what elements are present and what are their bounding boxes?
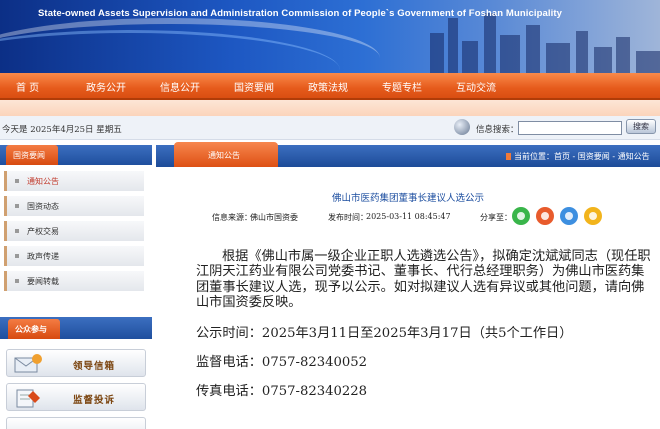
public-participation-tab: 公众参与: [8, 319, 60, 339]
sidebar-item-label: 国资动态: [27, 202, 59, 211]
content-tab[interactable]: 通知公告: [174, 142, 278, 167]
banner-building: [430, 33, 444, 73]
supervision-complaint-button[interactable]: 监督投诉: [6, 383, 146, 411]
source-label: 信息来源：: [212, 213, 252, 222]
leader-mailbox-label: 领导信箱: [73, 361, 116, 372]
bullet-icon: [15, 179, 19, 183]
article-body: 根据《佛山市属一级企业正职人选遴选公告》，拟确定沈斌斌同志（现任职江阴天江药业有…: [196, 249, 651, 311]
site-title: State-owned Assets Supervision and Admin…: [38, 8, 563, 19]
sidebar-item-notices[interactable]: 通知公告: [4, 171, 144, 191]
banner-building: [484, 13, 496, 73]
banner-building: [576, 31, 588, 73]
public-participation-title: 公众参与: [15, 324, 47, 334]
weibo-icon[interactable]: [536, 207, 554, 225]
main-content: 通知公告 当前位置：首页 - 国资要闻 - 通知公告 佛山市医药集团董事长建议人…: [156, 142, 660, 429]
sub-nav-strip: [0, 100, 660, 116]
sidebar-item-label: 通知公告: [27, 177, 59, 186]
nav-item-information-disclosure[interactable]: 信息公开: [160, 79, 200, 94]
nav-item-news[interactable]: 国资要闻: [234, 79, 274, 94]
banner-building: [500, 35, 520, 73]
nav-item-interaction[interactable]: 互动交流: [456, 79, 496, 94]
search-input[interactable]: [518, 121, 622, 135]
sidebar-item-label: 产权交易: [27, 227, 59, 236]
sidebar-button-partial[interactable]: [6, 417, 146, 429]
sidebar-item-property-trading[interactable]: 产权交易: [4, 221, 144, 241]
sidebar-section-title: 国资要闻: [13, 151, 45, 160]
sidebar-item-label: 政声传递: [27, 252, 59, 261]
leader-mailbox-button[interactable]: 领导信箱: [6, 349, 146, 377]
content-header-bar: 通知公告 当前位置：首页 - 国资要闻 - 通知公告: [156, 142, 660, 167]
nav-item-policies[interactable]: 政策法规: [308, 79, 348, 94]
banner-building: [636, 51, 660, 73]
date-value: 2025-03-11 08:45:47: [366, 212, 451, 221]
supervision-complaint-label: 监督投诉: [73, 395, 116, 406]
sidebar-menu: 通知公告 国资动态 产权交易 政声传递 要闻转载: [4, 171, 146, 296]
nav-item-home[interactable]: 首 页: [16, 79, 39, 94]
banner-building: [448, 18, 458, 73]
breadcrumb: 当前位置：首页 - 国资要闻 - 通知公告: [506, 151, 650, 162]
site-banner: State-owned Assets Supervision and Admin…: [0, 0, 660, 73]
banner-building: [616, 37, 630, 73]
sidebar-item-voices[interactable]: 政声传递: [4, 246, 144, 266]
wechat-icon[interactable]: [512, 207, 530, 225]
fax-number: 传真电话：0757-82340228: [196, 384, 368, 399]
sidebar-header: 国资要闻: [0, 145, 152, 165]
qzone-icon[interactable]: [584, 207, 602, 225]
article-title: 佛山市医药集团董事长建议人选公示: [331, 193, 484, 204]
current-date: 今天是 2025年4月25日 星期五: [2, 125, 122, 135]
main-nav: 首 页 政务公开 信息公开 国资要闻 政策法规 专题专栏 互动交流: [0, 73, 660, 100]
bullet-icon: [15, 279, 19, 283]
sidebar-item-reprints[interactable]: 要闻转载: [4, 271, 144, 291]
breadcrumb-marker-icon: [506, 153, 511, 160]
bullet-icon: [15, 204, 19, 208]
bullet-icon: [15, 229, 19, 233]
sidebar-item-label: 要闻转载: [27, 277, 59, 286]
sidebar-item-dynamics[interactable]: 国资动态: [4, 196, 144, 216]
date-label: 发布时间：: [328, 213, 368, 222]
sidebar: 国资要闻 通知公告 国资动态 产权交易 政声传递 要闻转载 公众参与 领导信箱 …: [0, 145, 152, 429]
banner-building: [546, 43, 570, 73]
qq-icon[interactable]: [560, 207, 578, 225]
share-label: 分享至：: [480, 213, 512, 222]
content-tab-label: 通知公告: [208, 151, 240, 160]
nav-item-government-affairs[interactable]: 政务公开: [86, 79, 126, 94]
publicity-time: 公示时间：2025年3月11日至2025年3月17日（共5个工作日）: [196, 326, 573, 341]
banner-building: [462, 41, 478, 73]
source-value: 佛山市国资委: [250, 213, 298, 222]
search-button[interactable]: 搜索: [626, 119, 656, 134]
nav-item-special-topics[interactable]: 专题专栏: [382, 79, 422, 94]
bullet-icon: [15, 254, 19, 258]
complaint-icon: [16, 389, 40, 408]
breadcrumb-text: 当前位置：首页 - 国资要闻 - 通知公告: [514, 152, 650, 161]
sidebar-section-tab: 国资要闻: [6, 145, 58, 165]
globe-icon: [454, 119, 470, 135]
supervision-phone: 监督电话：0757-82340052: [196, 355, 368, 370]
banner-building: [526, 25, 540, 73]
mail-icon: [14, 354, 42, 373]
search-label: 信息搜索：: [476, 125, 519, 135]
banner-building: [594, 47, 612, 73]
toolbar-row: 今天是 2025年4月25日 星期五 信息搜索： 搜索: [0, 116, 660, 140]
public-participation-header: 公众参与: [0, 317, 152, 339]
